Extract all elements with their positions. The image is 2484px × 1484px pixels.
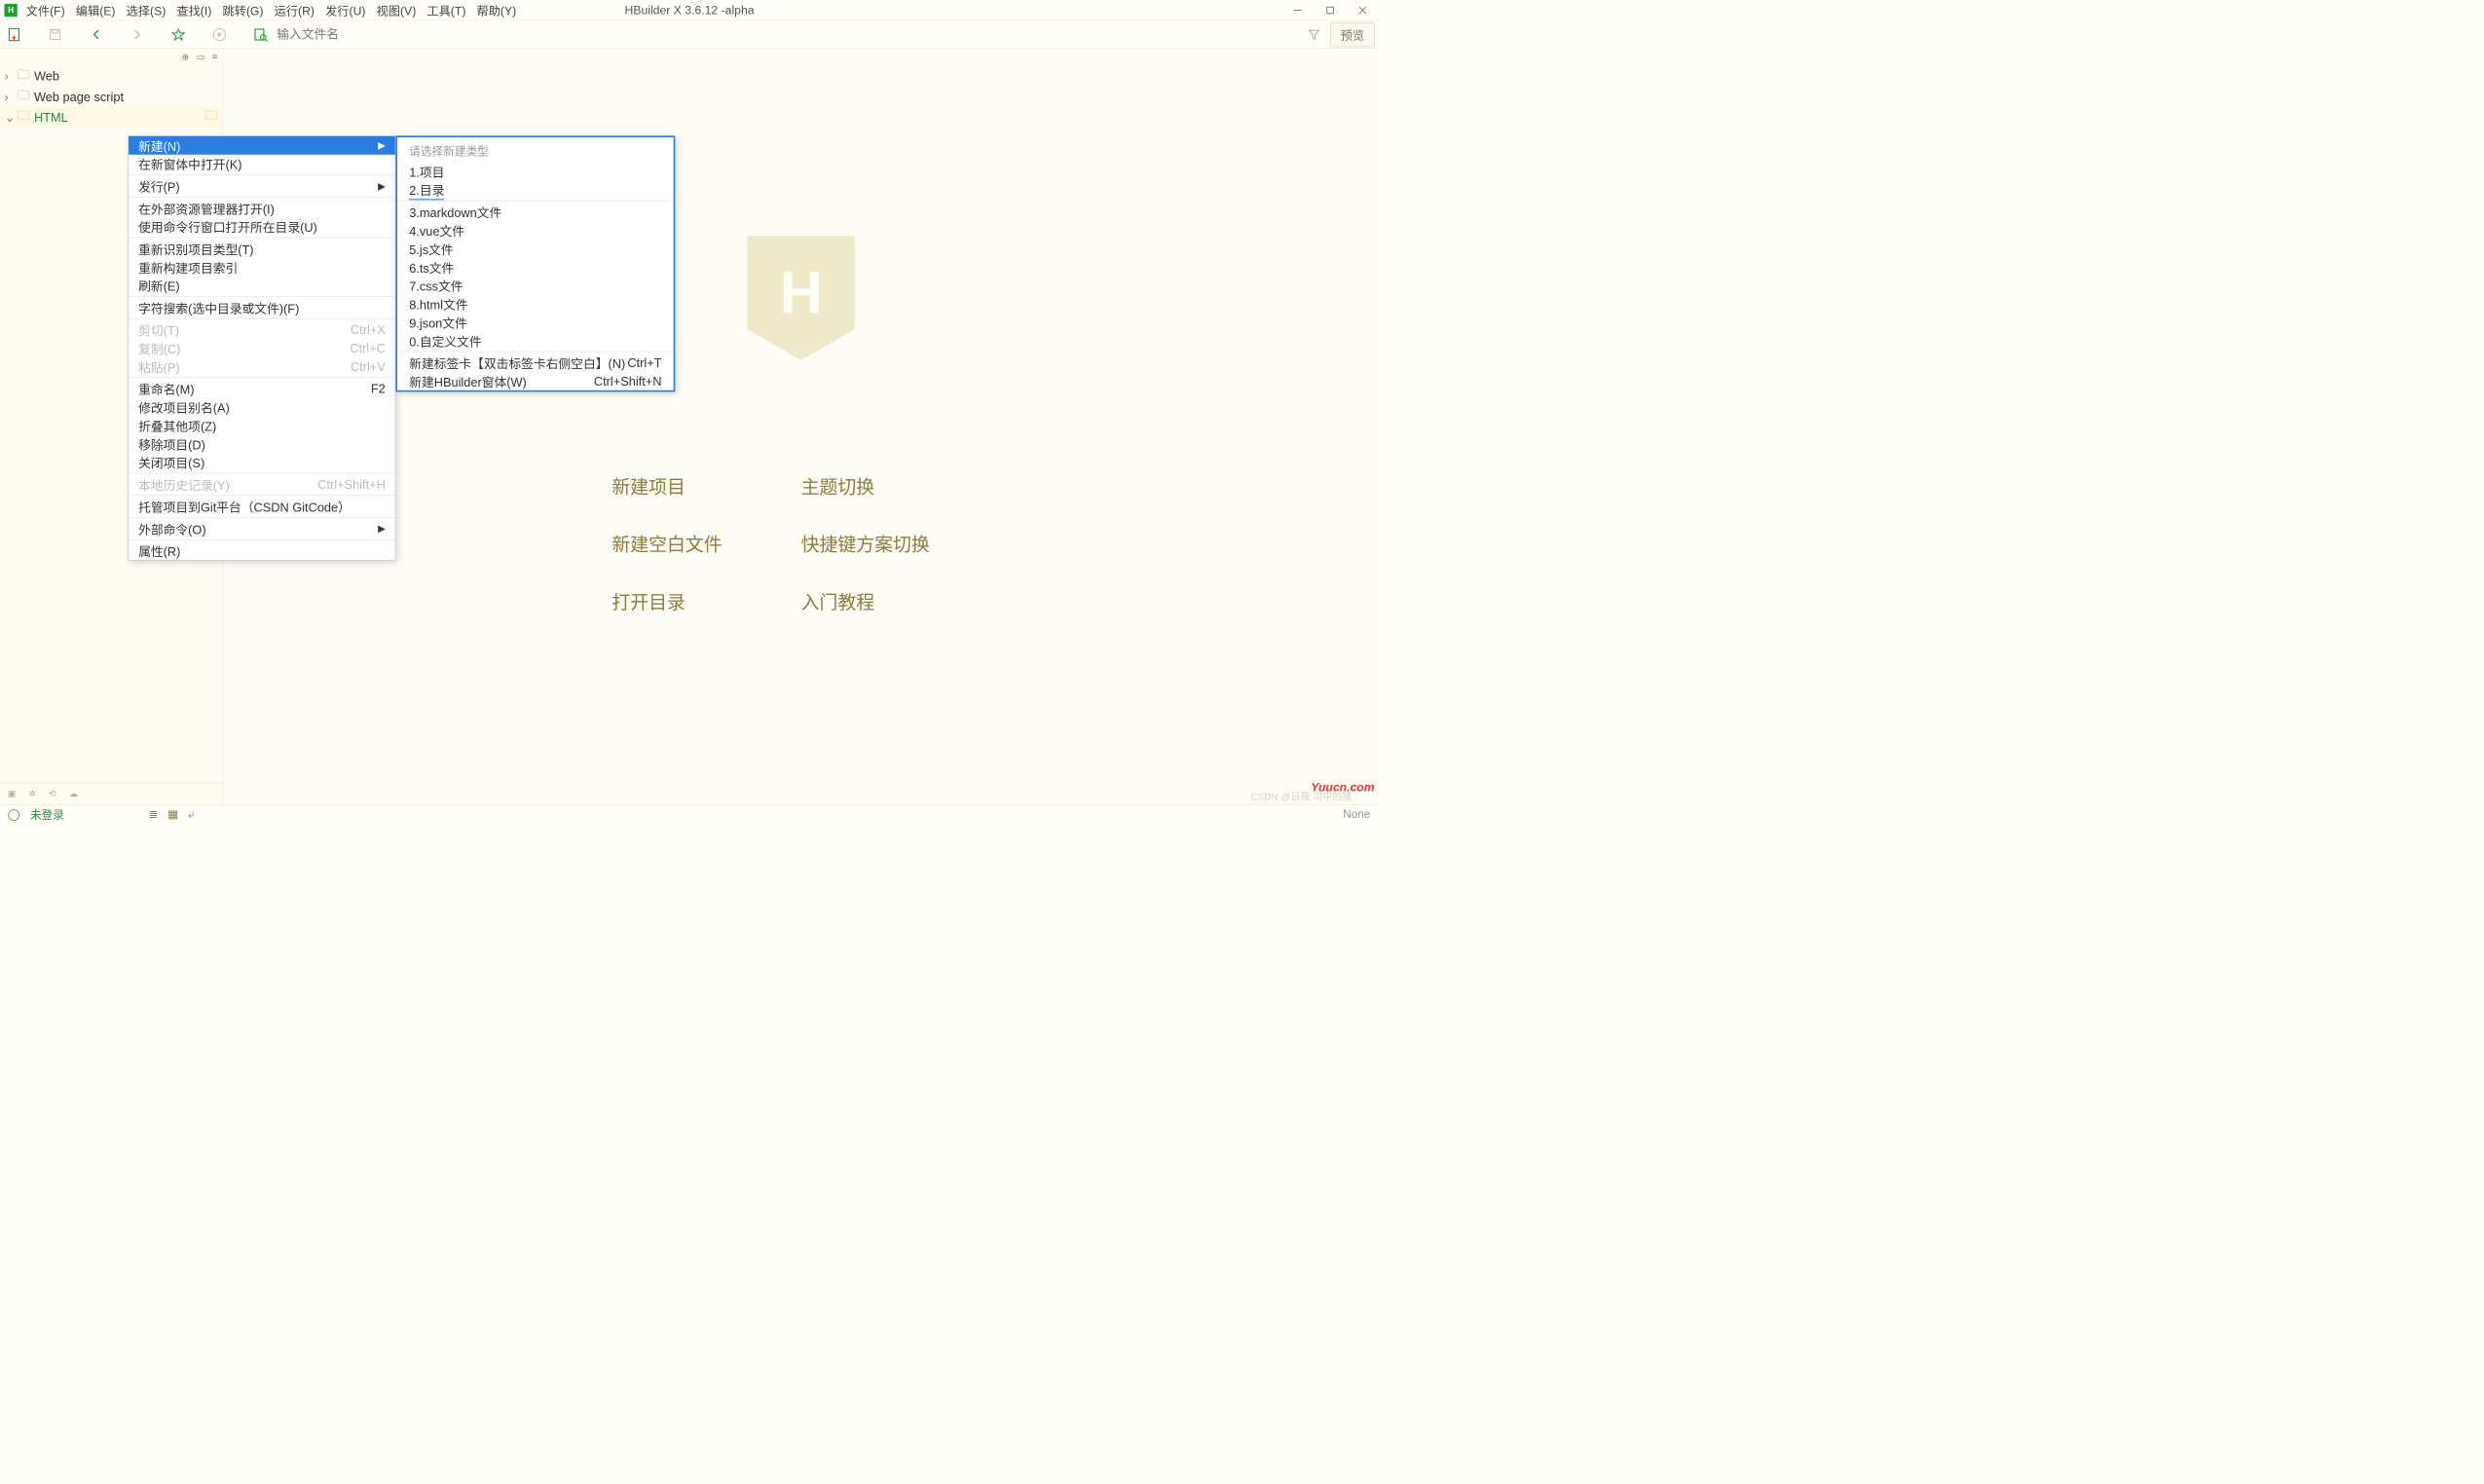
wrap-icon[interactable]: ⤶ (188, 808, 195, 821)
link-theme[interactable]: 主题切换 (801, 472, 990, 499)
sub-item[interactable]: 7.css文件 (397, 277, 674, 295)
forward-icon[interactable] (128, 24, 147, 44)
menubar: H 文件(F) 编辑(E) 选择(S) 查找(I) 跳转(G) 运行(R) 发行… (0, 0, 1379, 20)
welcome-logo: H (747, 236, 855, 360)
ctx-item[interactable]: 移除项目(D) (129, 434, 395, 453)
user-icon[interactable]: ◯ (8, 807, 20, 821)
tree-node-web[interactable]: ›🗀Web (0, 66, 223, 87)
debug-icon[interactable]: ✲ (28, 789, 35, 799)
link-open-dir[interactable]: 打开目录 (612, 587, 800, 613)
toolbar: 预览 (0, 20, 1379, 49)
list-icon[interactable]: ≣ (148, 807, 158, 821)
ctx-item[interactable]: 使用命令行窗口打开所在目录(U) (129, 217, 395, 236)
grid-icon[interactable]: ▦ (167, 807, 178, 821)
ctx-item[interactable]: 在外部资源管理器打开(I) (129, 199, 395, 217)
ctx-item[interactable]: 重命名(M)F2 (129, 380, 395, 398)
sub-item[interactable]: 0.自定义文件 (397, 331, 674, 350)
terminal-icon[interactable]: ▣ (8, 789, 16, 799)
statusbar: ◯ 未登录 ≣ ▦ ⤶ None (0, 804, 1379, 824)
maximize-icon[interactable] (1314, 0, 1346, 20)
ctx-item[interactable]: 托管项目到Git平台（CSDN GitCode） (129, 498, 395, 516)
ctx-item[interactable]: 修改项目别名(A) (129, 398, 395, 417)
menu-icon[interactable]: ≡ (212, 53, 217, 62)
context-menu: 新建(N)▶在新窗体中打开(K) 发行(P)▶ 在外部资源管理器打开(I)使用命令行… (129, 135, 396, 560)
ctx-item[interactable]: 重新构建项目索引 (129, 258, 395, 277)
star-icon[interactable] (168, 24, 188, 44)
tree-node-html[interactable]: ⌄🗀HTML🗀 (0, 107, 223, 128)
sub-item[interactable]: 6.ts文件 (397, 258, 674, 277)
sync-icon[interactable]: ⟲ (49, 789, 56, 799)
menu-find[interactable]: 查找(I) (171, 0, 217, 20)
ctx-item[interactable]: 属性(R) (129, 541, 395, 560)
menu-publish[interactable]: 发行(U) (320, 0, 371, 20)
menu-edit[interactable]: 编辑(E) (70, 0, 121, 20)
ctx-item[interactable]: 外部命令(O)▶ (129, 519, 395, 538)
menu-run[interactable]: 运行(R) (269, 0, 319, 20)
link-new-blank[interactable]: 新建空白文件 (612, 530, 800, 556)
tree-node-webpagescript[interactable]: ›🗀Web page script (0, 87, 223, 107)
ctx-item[interactable]: 字符搜索(选中目录或文件)(F) (129, 298, 395, 316)
login-status[interactable]: 未登录 (30, 806, 64, 823)
ctx-item: 本地历史记录(Y)Ctrl+Shift+H (129, 475, 395, 494)
locate-icon[interactable] (251, 24, 271, 44)
filter-icon[interactable] (1304, 24, 1323, 44)
save-icon[interactable] (46, 24, 65, 44)
sub-item[interactable]: 2.目录 (397, 180, 674, 199)
play-icon[interactable] (209, 24, 229, 44)
sub-item[interactable]: 3.markdown文件 (397, 203, 674, 221)
cloud-icon[interactable]: ☁ (69, 789, 78, 799)
preview-button[interactable]: 预览 (1330, 21, 1375, 47)
menu-view[interactable]: 视图(V) (371, 0, 422, 20)
close-icon[interactable] (1347, 0, 1379, 20)
menu-file[interactable]: 文件(F) (20, 0, 70, 20)
ctx-item: 复制(C)Ctrl+C (129, 339, 395, 357)
collapse-icon[interactable]: ▭ (197, 52, 204, 62)
ctx-item[interactable]: 发行(P)▶ (129, 177, 395, 196)
sub-item[interactable]: 5.js文件 (397, 240, 674, 258)
sub-item[interactable]: 4.vue文件 (397, 221, 674, 240)
ctx-item[interactable]: 重新识别项目类型(T) (129, 240, 395, 258)
add-folder-icon[interactable]: ⊕ (182, 52, 189, 62)
menu-tools[interactable]: 工具(T) (422, 0, 471, 20)
sub-item[interactable]: 新建HBuilder窗体(W)Ctrl+Shift+N (397, 372, 674, 390)
back-icon[interactable] (87, 24, 106, 44)
filename-input[interactable] (277, 27, 547, 42)
link-tutorial[interactable]: 入门教程 (801, 587, 990, 613)
status-lang: None (1343, 808, 1370, 821)
menu-select[interactable]: 选择(S) (121, 0, 171, 20)
ctx-item[interactable]: 折叠其他项(Z) (129, 416, 395, 434)
sidebar-bottom: ▣ ✲ ⟲ ☁ (0, 783, 223, 804)
menu-goto[interactable]: 跳转(G) (217, 0, 269, 20)
ctx-item[interactable]: 关闭项目(S) (129, 453, 395, 471)
ctx-item: 粘贴(P)Ctrl+V (129, 357, 395, 376)
app-logo: H (4, 4, 17, 17)
link-keymap[interactable]: 快捷键方案切换 (801, 530, 990, 556)
sub-item[interactable]: 8.html文件 (397, 295, 674, 314)
folder-icon: 🗀 (204, 107, 217, 129)
new-file-icon[interactable] (4, 24, 23, 44)
sub-item[interactable]: 1.项目 (397, 163, 674, 181)
ctx-item: 剪切(T)Ctrl+X (129, 320, 395, 339)
link-new-project[interactable]: 新建项目 (612, 472, 800, 499)
ctx-item[interactable]: 在新窗体中打开(K) (129, 155, 395, 173)
yuucn-watermark: Yuucn.com (1311, 781, 1374, 795)
ctx-item[interactable]: 新建(N)▶ (129, 136, 395, 155)
sub-item[interactable]: 新建标签卡【双击标签卡右侧空白】(N)Ctrl+T (397, 353, 674, 372)
sub-item[interactable]: 9.json文件 (397, 313, 674, 331)
menu-help[interactable]: 帮助(Y) (471, 0, 522, 20)
ctx-item[interactable]: 刷新(E) (129, 277, 395, 295)
minimize-icon[interactable] (1281, 0, 1314, 20)
sub-menu: 请选择新建类型1.项目2.目录3.markdown文件4.vue文件5.js文件… (395, 135, 675, 391)
welcome-links: 新建项目 主题切换 新建空白文件 快捷键方案切换 打开目录 入门教程 (612, 472, 990, 614)
